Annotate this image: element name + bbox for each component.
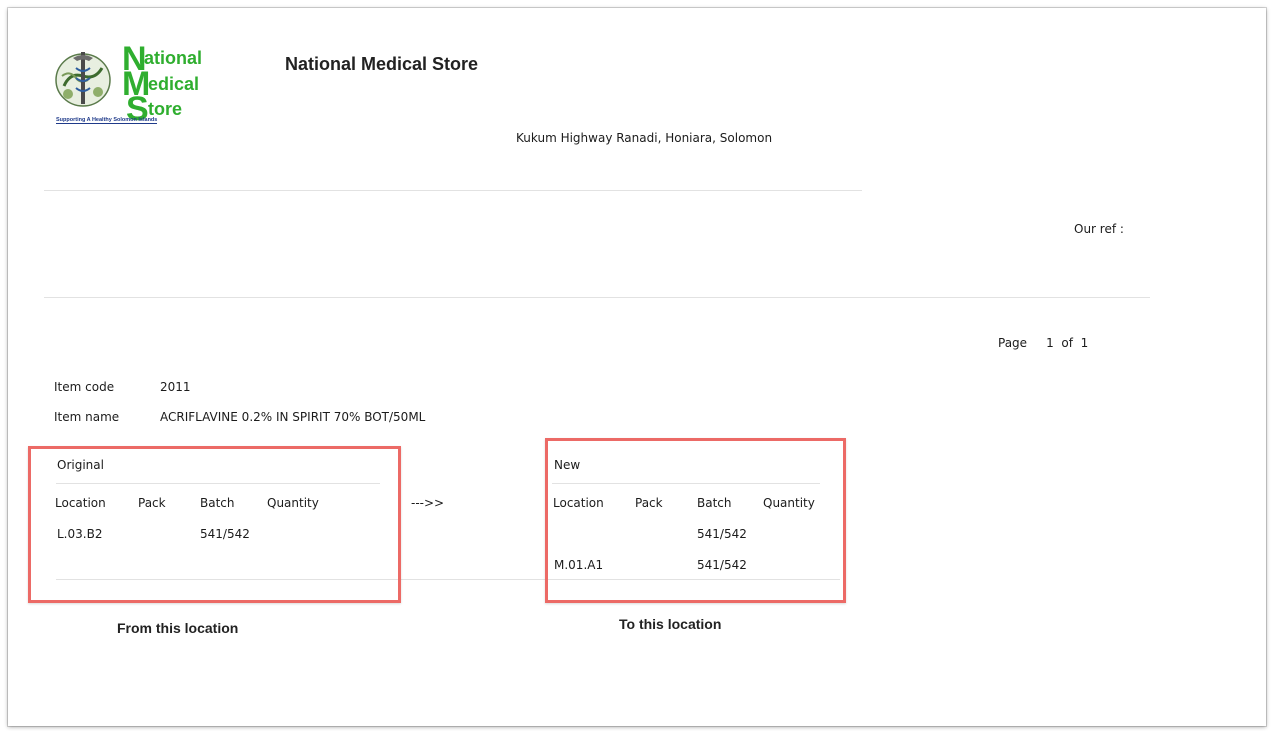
original-highlight-box <box>28 446 401 603</box>
from-location-caption: From this location <box>117 620 239 636</box>
new-highlight-box <box>545 438 846 603</box>
org-name-title: National Medical Store <box>285 54 479 74</box>
header-divider <box>44 190 862 191</box>
our-ref-label: Our ref : <box>1074 222 1124 236</box>
item-code-label: Item code <box>54 380 115 394</box>
transfer-arrow: --->> <box>411 496 445 510</box>
org-address: Kukum Highway Ranadi, Honiara, Solomon <box>516 131 773 145</box>
page-label: Page <box>998 336 1028 350</box>
page-of-label: of <box>1061 336 1073 350</box>
page-indicator: Page 1 of 1 <box>998 336 1088 350</box>
logo-word-edical: edical <box>148 74 200 94</box>
document-page: N ational M edical S tore Supporting A H… <box>8 8 1266 726</box>
caduceus-emblem <box>55 52 111 107</box>
page-total: 1 <box>1080 336 1089 350</box>
to-location-caption: To this location <box>619 616 722 632</box>
page-current: 1 <box>1046 336 1054 350</box>
reference-divider <box>44 297 1150 298</box>
nms-logo: N ational M edical S tore Supporting A H… <box>52 40 232 130</box>
item-name-value: ACRIFLAVINE 0.2% IN SPIRIT 70% BOT/50ML <box>160 410 426 424</box>
logo-tagline: Supporting A Healthy Solomon Islands <box>56 117 158 124</box>
item-code-value: 2011 <box>160 380 191 394</box>
logo-word-ational: ational <box>144 48 203 68</box>
item-name-label: Item name <box>54 410 120 424</box>
